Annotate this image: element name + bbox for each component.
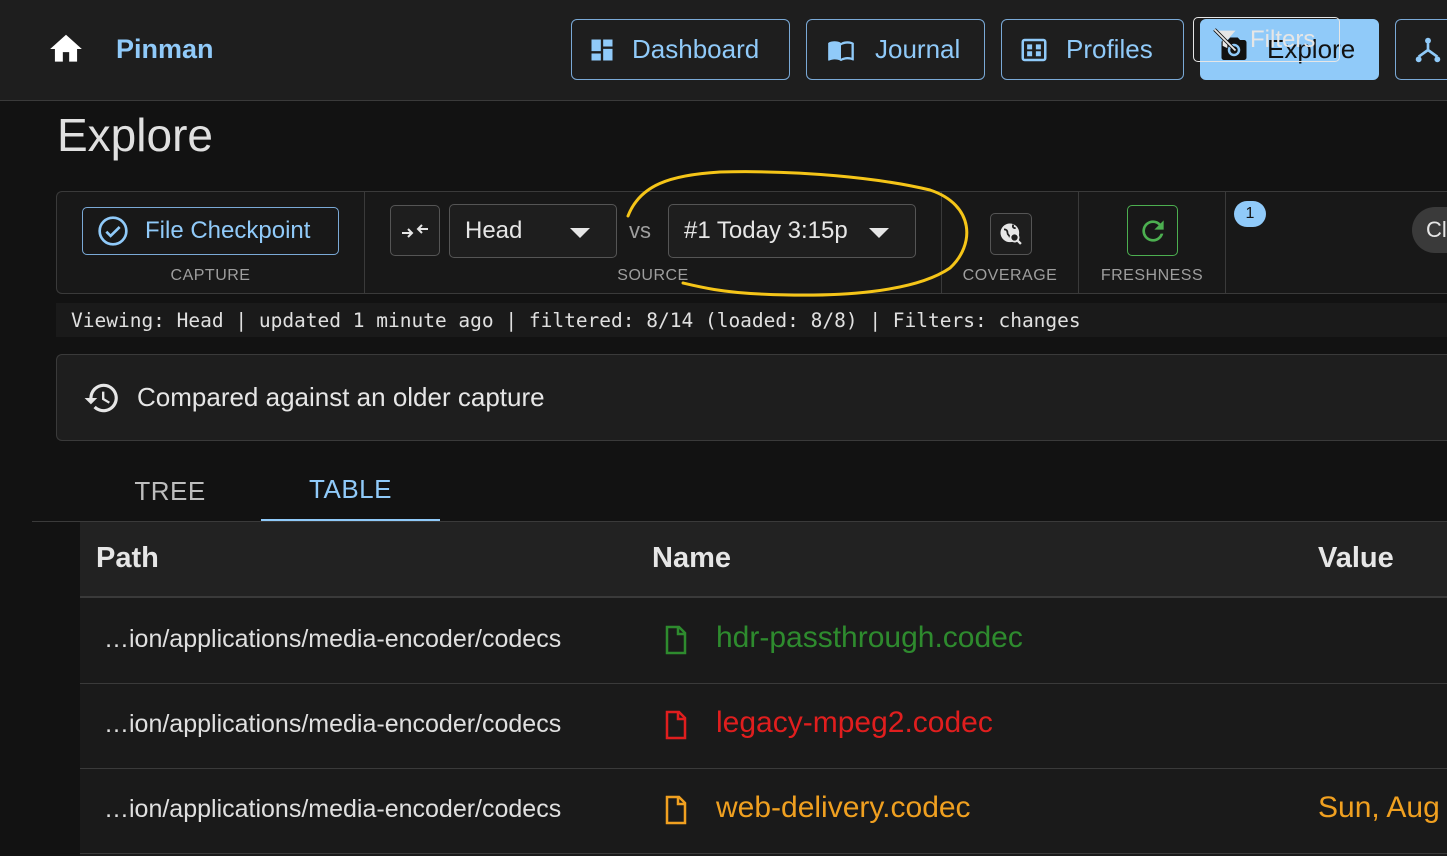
vs-label: vs xyxy=(629,218,651,243)
table-header: Path Name Value xyxy=(80,522,1447,598)
swap-compare-button[interactable] xyxy=(390,205,440,256)
globe-search-icon xyxy=(1000,223,1022,245)
freshness-caption: FRESHNESS xyxy=(1100,267,1204,284)
filters-button[interactable]: Filters xyxy=(1193,17,1340,62)
filters-count-badge: 1 xyxy=(1234,201,1266,227)
filter-off-icon xyxy=(1213,27,1237,52)
source-left-select[interactable]: Head xyxy=(449,204,617,258)
freshness-section: FRESHNESS xyxy=(1079,192,1226,293)
nav-journal-label: Journal xyxy=(875,34,961,64)
fork-icon xyxy=(1415,37,1441,62)
row-path: …ion/applications/media-encoder/codecs xyxy=(104,625,562,653)
row-name[interactable]: web-delivery.codec xyxy=(716,791,971,825)
comparison-info-banner: Compared against an older capture xyxy=(56,354,1447,441)
row-value: Sun, Aug xyxy=(1318,791,1440,824)
coverage-button[interactable] xyxy=(990,213,1032,255)
home-icon[interactable] xyxy=(44,30,88,68)
column-header-name[interactable]: Name xyxy=(652,542,731,575)
file-added-icon xyxy=(665,625,687,655)
coverage-section: COVERAGE xyxy=(942,192,1079,293)
profiles-icon xyxy=(1021,38,1047,61)
page-title: Explore xyxy=(57,109,213,161)
source-left-value: Head xyxy=(465,217,523,244)
info-message: Compared against an older capture xyxy=(137,382,545,412)
capture-caption: CAPTURE xyxy=(170,267,251,284)
refresh-icon xyxy=(1141,219,1164,242)
source-right-value: #1 Today 3:15p xyxy=(684,217,848,244)
row-name[interactable]: hdr-passthrough.codec xyxy=(716,621,1023,655)
nav-dashboard-button[interactable]: Dashboard xyxy=(571,19,790,80)
table-row[interactable]: …ion/applications/media-encoder/codecs l… xyxy=(80,684,1447,769)
file-checkpoint-label: File Checkpoint xyxy=(145,217,311,244)
filters-label: Filters xyxy=(1250,25,1316,53)
column-header-value[interactable]: Value xyxy=(1318,542,1394,575)
nav-overflow-button[interactable] xyxy=(1395,19,1447,80)
source-right-select[interactable]: #1 Today 3:15p xyxy=(668,204,916,258)
capture-section: File Checkpoint CAPTURE xyxy=(57,192,365,293)
tab-table[interactable]: TABLE xyxy=(261,460,440,522)
chevron-down-icon xyxy=(570,228,590,238)
dashboard-icon xyxy=(591,39,613,60)
file-removed-icon xyxy=(665,710,687,740)
row-name[interactable]: legacy-mpeg2.codec xyxy=(716,706,993,740)
column-header-path[interactable]: Path xyxy=(96,542,159,575)
file-checkpoint-button[interactable]: File Checkpoint xyxy=(82,207,339,255)
compare-arrows-icon xyxy=(402,223,428,238)
journal-icon xyxy=(828,40,854,61)
nav-profiles-button[interactable]: Profiles xyxy=(1001,19,1184,80)
source-section: Head vs #1 Today 3:15p SOURCE xyxy=(365,192,942,293)
refresh-button[interactable] xyxy=(1127,205,1178,256)
nav-journal-button[interactable]: Journal xyxy=(806,19,985,80)
nav-dashboard-label: Dashboard xyxy=(632,34,760,64)
table-row[interactable]: …ion/applications/media-encoder/codecs w… xyxy=(80,769,1447,854)
check-circle-icon xyxy=(98,216,128,246)
row-path: …ion/applications/media-encoder/codecs xyxy=(104,710,562,738)
tab-tree[interactable]: TREE xyxy=(80,460,260,522)
chevron-down-icon xyxy=(869,228,889,238)
results-table: Path Name Value …ion/applications/media-… xyxy=(80,522,1447,856)
coverage-caption: COVERAGE xyxy=(962,267,1058,284)
table-row[interactable]: …ion/applications/media-encoder/codecs h… xyxy=(80,599,1447,684)
status-line: Viewing: Head | updated 1 minute ago | f… xyxy=(56,303,1447,337)
row-path: …ion/applications/media-encoder/codecs xyxy=(104,795,562,823)
file-modified-icon xyxy=(665,795,687,825)
source-caption: SOURCE xyxy=(617,267,689,284)
nav-profiles-label: Profiles xyxy=(1066,34,1153,64)
app-brand[interactable]: Pinman xyxy=(116,34,214,65)
history-icon xyxy=(84,383,118,412)
